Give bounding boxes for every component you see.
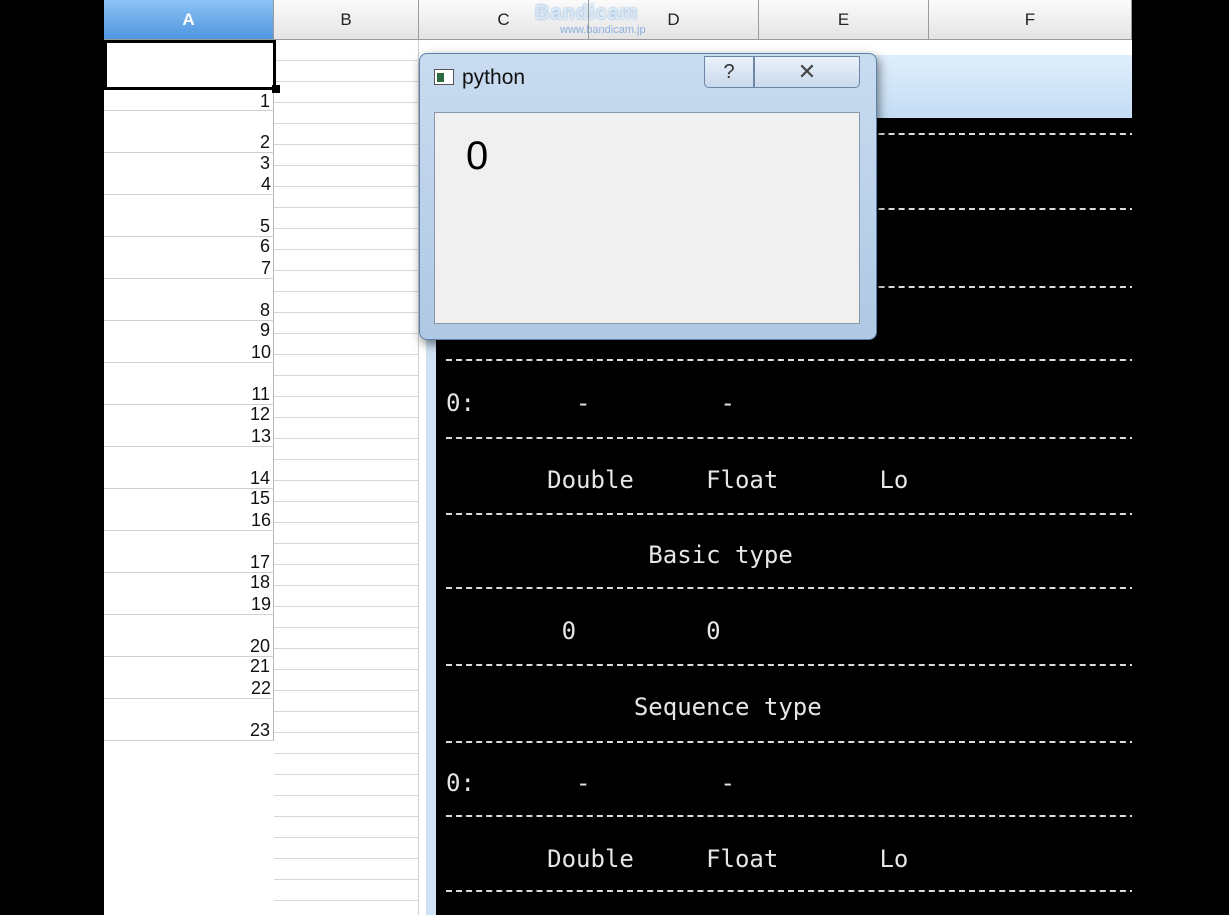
cell-b[interactable] (274, 166, 419, 187)
cell-b[interactable] (274, 103, 419, 124)
cell-b[interactable] (274, 376, 419, 397)
cell-b[interactable] (274, 292, 419, 313)
row-label-8[interactable]: 8 (104, 279, 274, 321)
cell-b[interactable] (274, 733, 419, 754)
dialog-title: python (462, 66, 526, 89)
cell-b[interactable] (274, 859, 419, 880)
bandicam-watermark: Bandicam (535, 2, 639, 24)
console-separator (446, 815, 1132, 817)
row-label-14[interactable]: 14 (104, 447, 274, 489)
close-icon: ✕ (797, 59, 817, 84)
console-separator (446, 513, 1132, 515)
row-label-1[interactable]: 1 (104, 90, 274, 111)
cell-b[interactable] (274, 565, 419, 586)
cell-b[interactable] (274, 40, 419, 61)
column-header-e[interactable]: E (759, 0, 929, 40)
console-line: Double Float Lo (446, 845, 909, 873)
cell-b[interactable] (274, 481, 419, 502)
row-label-12[interactable]: 12 (104, 405, 274, 447)
bandicam-watermark-url: www.bandicam.jp (560, 24, 646, 36)
console-line: Sequence type (446, 693, 822, 721)
python-window-icon (434, 69, 454, 85)
row-label-6[interactable]: 6 (104, 237, 274, 279)
cell-b[interactable] (274, 187, 419, 208)
row-label-3[interactable]: 3 (104, 153, 274, 195)
cell-b[interactable] (274, 313, 419, 334)
cell-b[interactable] (274, 880, 419, 901)
cell-b[interactable] (274, 796, 419, 817)
console-separator (446, 664, 1132, 666)
cell-b[interactable] (274, 397, 419, 418)
console-line: 0 0 (446, 617, 721, 645)
dialog-value-label: 0 (466, 134, 489, 178)
cell-b[interactable] (274, 901, 419, 915)
cell-b[interactable] (274, 670, 419, 691)
console-separator (446, 890, 1132, 892)
close-button[interactable]: ✕ (754, 56, 860, 88)
cell-b[interactable] (274, 586, 419, 607)
console-separator (446, 741, 1132, 743)
row-label-23[interactable]: 23 (104, 699, 274, 741)
cell-b[interactable] (274, 838, 419, 859)
cell-b[interactable] (274, 124, 419, 145)
console-separator (446, 587, 1132, 589)
cell-b[interactable] (274, 355, 419, 376)
python-dialog[interactable]: python ? ✕ 0 (419, 53, 877, 340)
active-cell-a0[interactable] (104, 40, 276, 90)
column-header-f[interactable]: F (929, 0, 1132, 40)
cell-b[interactable] (274, 523, 419, 544)
cell-b[interactable] (274, 649, 419, 670)
cell-b[interactable] (274, 229, 419, 250)
row-label-15[interactable]: 15 (104, 489, 274, 531)
cell-b[interactable] (274, 145, 419, 166)
row-label-9[interactable]: 9 (104, 321, 274, 363)
row-label-18[interactable]: 18 (104, 573, 274, 615)
cell-b[interactable] (274, 502, 419, 523)
cell-b[interactable] (274, 334, 419, 355)
row-label-2[interactable]: 2 (104, 111, 274, 153)
cell-b[interactable] (274, 82, 419, 103)
cell-b[interactable] (274, 817, 419, 838)
cell-b[interactable] (274, 250, 419, 271)
cell-b[interactable] (274, 544, 419, 565)
row-label-5[interactable]: 5 (104, 195, 274, 237)
help-button[interactable]: ? (704, 56, 754, 88)
cell-b[interactable] (274, 271, 419, 292)
cell-b[interactable] (274, 439, 419, 460)
cell-b[interactable] (274, 61, 419, 82)
cell-b[interactable] (274, 712, 419, 733)
console-line: Double Float Lo (446, 466, 909, 494)
row-label-17[interactable]: 17 (104, 531, 274, 573)
row-label-20[interactable]: 20 (104, 615, 274, 657)
fill-handle[interactable] (272, 85, 280, 93)
cell-b[interactable] (274, 775, 419, 796)
column-header-a[interactable]: A (104, 0, 274, 40)
console-line: 0: - - (446, 769, 735, 797)
cell-b[interactable] (274, 607, 419, 628)
cell-b[interactable] (274, 208, 419, 229)
dialog-client-area (434, 112, 860, 324)
cell-b[interactable] (274, 691, 419, 712)
cell-b[interactable] (274, 460, 419, 481)
cell-b[interactable] (274, 628, 419, 649)
console-line: 0: - - (446, 389, 735, 417)
cell-b[interactable] (274, 418, 419, 439)
cell-b[interactable] (274, 754, 419, 775)
console-separator (446, 359, 1132, 361)
row-label-21[interactable]: 21 (104, 657, 274, 699)
console-line: Basic type (446, 541, 793, 569)
column-header-b[interactable]: B (274, 0, 419, 40)
console-separator (446, 437, 1132, 439)
row-label-11[interactable]: 11 (104, 363, 274, 405)
